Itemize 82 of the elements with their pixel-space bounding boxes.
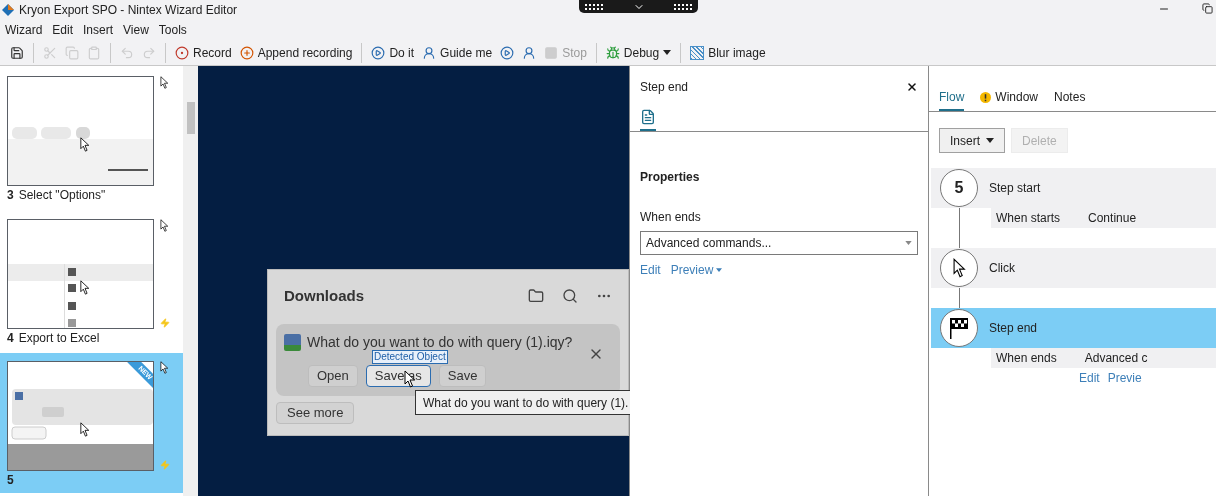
menu-item[interactable]: Insert — [78, 20, 119, 40]
panel-tab[interactable]: Notes — [1054, 88, 1086, 111]
toolbar-button[interactable]: Append recording — [235, 41, 357, 64]
step-item[interactable]: 4 Export to Excel — [0, 219, 183, 352]
menu-item[interactable]: Edit — [47, 20, 79, 40]
restore-icon[interactable] — [1202, 3, 1213, 14]
document-icon — [640, 108, 656, 126]
detail-label: When ends — [996, 350, 1057, 367]
toolbar-button[interactable]: Guide me — [418, 41, 497, 64]
toolbar-button[interactable]: Record — [171, 41, 236, 64]
properties-tab[interactable] — [640, 108, 656, 131]
remote-control-bar[interactable] — [579, 0, 698, 13]
window-title: Kryon Export SPO - Nintex Wizard Editor — [19, 2, 238, 19]
pointer-icon — [952, 258, 966, 278]
toolbar-button[interactable]: Debug — [601, 41, 676, 64]
caret-icon — [663, 50, 672, 55]
panel-link[interactable]: Edit — [640, 261, 661, 279]
see-more-button[interactable]: See more — [276, 401, 355, 424]
dialog-button[interactable]: Save — [438, 364, 487, 387]
flow-step-row[interactable]: Step end — [931, 308, 1216, 348]
detail-label: When starts — [996, 210, 1061, 227]
flow-step-row[interactable]: Click — [931, 248, 1216, 288]
pointer-icon — [160, 219, 169, 232]
menu-item[interactable]: Tools — [153, 20, 192, 40]
pointer-icon — [160, 361, 169, 374]
step-label: Select "Options" — [18, 187, 106, 204]
mouse-cursor-icon — [80, 422, 90, 437]
caret-icon — [986, 138, 994, 143]
mouse-cursor-icon — [80, 137, 90, 152]
play-icon — [371, 45, 386, 60]
file-icon — [284, 333, 301, 351]
menu-item[interactable]: Wizard — [0, 20, 48, 40]
step-number: 5 — [7, 472, 14, 489]
download-question: What do you want to do with query (1).iqy? — [307, 332, 573, 352]
menu-item[interactable]: View — [118, 20, 154, 40]
toolbar-button[interactable]: Blur image — [686, 41, 770, 64]
hatched-square-icon — [690, 45, 705, 60]
when-ends-dropdown[interactable]: Advanced commands... — [640, 231, 918, 255]
grip-dots-icon — [673, 3, 693, 10]
mouse-cursor-icon — [80, 280, 90, 295]
close-icon[interactable] — [906, 81, 918, 93]
checkered-flag-icon — [949, 317, 969, 339]
step-number: 3 — [7, 187, 14, 204]
field-label: When ends — [639, 209, 702, 226]
step-item[interactable]: 3 Select "Options" — [0, 76, 183, 209]
record-icon — [175, 45, 189, 60]
section-heading: Properties — [639, 169, 701, 186]
flow-button[interactable]: Insert — [939, 128, 1005, 153]
tooltip-text: What do you want to do with query (1). — [423, 394, 629, 412]
detail-value: Continue — [1088, 210, 1137, 227]
step-thumbnail[interactable] — [7, 219, 154, 329]
step-link[interactable]: Edit — [1079, 369, 1100, 387]
step-thumbnail[interactable] — [7, 76, 154, 186]
caret-icon — [716, 268, 723, 272]
bug-icon — [605, 45, 620, 60]
toolbar-button[interactable]: Do it — [367, 41, 419, 64]
detected-object-label: Detected Object — [372, 349, 448, 364]
panel-tab[interactable]: Window — [980, 88, 1039, 111]
step-title: Step end — [989, 320, 1038, 337]
panel-title: Step end — [640, 79, 689, 96]
step-node: 5 — [940, 169, 978, 207]
caret-icon — [905, 241, 912, 245]
scrollbar-thumb[interactable] — [186, 102, 195, 134]
stop-icon — [544, 45, 559, 60]
pointer-icon — [160, 76, 169, 89]
detail-value: Advanced c — [1084, 350, 1148, 367]
search-icon[interactable] — [562, 288, 578, 305]
step-link[interactable]: Previe — [1107, 369, 1142, 387]
step-number: 4 — [7, 330, 14, 347]
step-title: Click — [989, 260, 1015, 277]
panel-tab[interactable]: Flow — [939, 88, 965, 111]
step-title: Step start — [989, 180, 1041, 197]
step-label: Export to Excel — [18, 330, 100, 347]
panel-link[interactable]: Preview — [670, 261, 723, 279]
plus-circle-icon — [239, 45, 254, 60]
dialog-title: Downloads — [284, 286, 364, 306]
dialog-button[interactable]: Open — [308, 364, 358, 387]
app-logo-icon — [2, 4, 14, 16]
flow-step-row[interactable]: 5 Step start — [931, 168, 1216, 208]
folder-icon[interactable] — [528, 288, 544, 305]
scrollbar[interactable] — [183, 66, 198, 496]
grip-dots-icon — [584, 3, 604, 10]
